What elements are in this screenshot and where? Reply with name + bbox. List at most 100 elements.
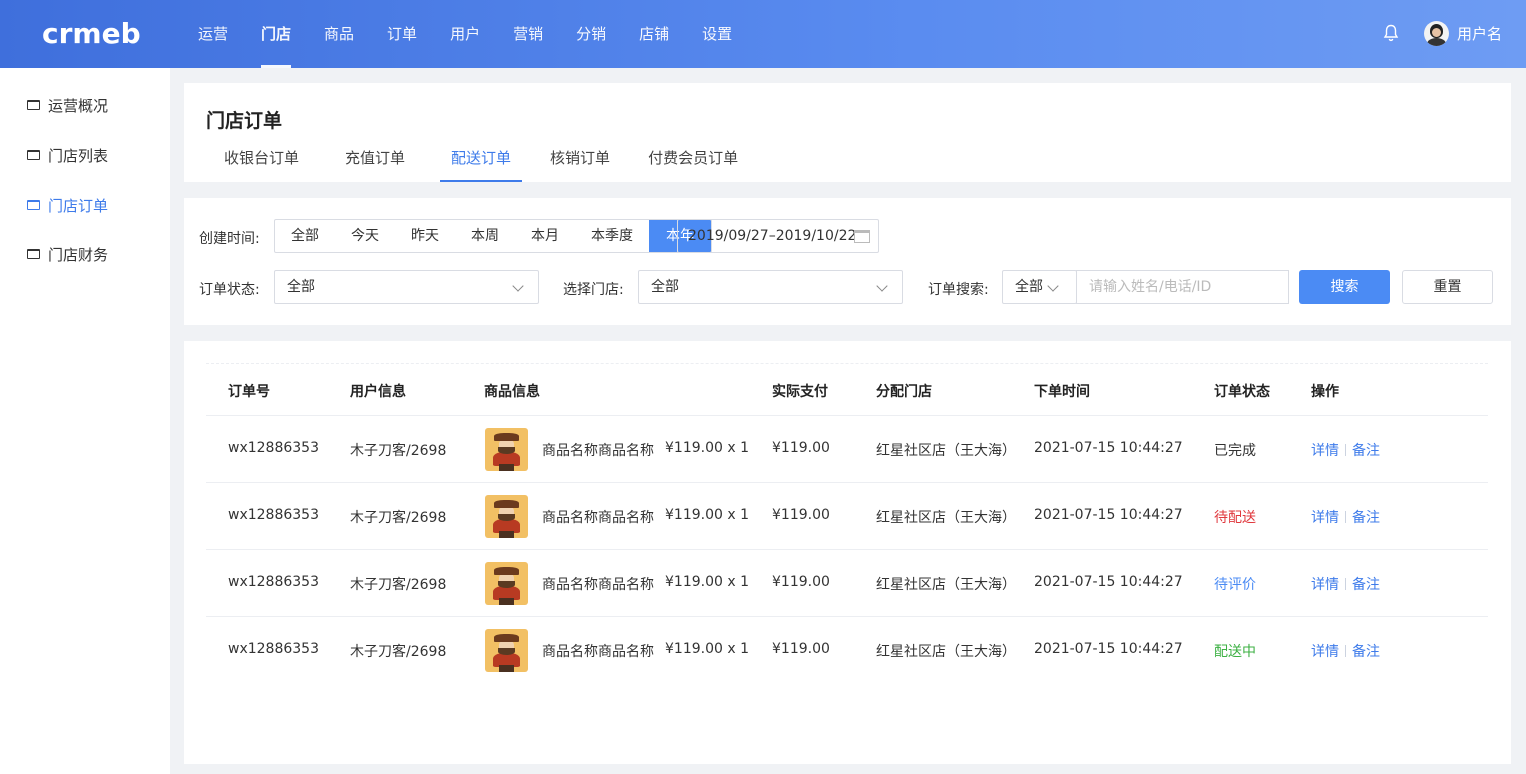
col-store: 分配门店	[876, 384, 932, 400]
order-time: 2021-07-15 10:44:27	[1034, 574, 1183, 590]
note-link[interactable]: 备注	[1352, 644, 1380, 660]
product-price-qty: ¥119.00 x 1	[665, 574, 749, 590]
search-input[interactable]: 请输入姓名/电话/ID	[1076, 270, 1289, 304]
detail-link[interactable]: 详情	[1311, 644, 1339, 660]
status-select[interactable]: 全部	[274, 270, 539, 304]
sidebar-item-store-orders[interactable]: 门店订单	[27, 195, 108, 215]
row-actions: 详情 备注	[1311, 440, 1380, 460]
product-name: 商品名称商品名称	[542, 443, 654, 459]
user-info: 木子刀客/2698	[350, 510, 447, 526]
nav-item-store[interactable]: 门店	[261, 0, 292, 68]
col-user-info: 用户信息	[350, 384, 406, 400]
row-actions: 详情 备注	[1311, 574, 1380, 594]
created-time-label: 创建时间:	[199, 231, 260, 247]
row-actions: 详情 备注	[1311, 507, 1380, 527]
product-thumbnail	[485, 629, 528, 672]
nav-item-shop[interactable]: 店铺	[639, 0, 669, 68]
note-link[interactable]: 备注	[1352, 510, 1380, 526]
sidebar-item-overview[interactable]: 运营概况	[27, 95, 108, 115]
nav-item-orders[interactable]: 订单	[387, 0, 417, 68]
nav-item-settings[interactable]: 设置	[702, 0, 732, 68]
time-option-today[interactable]: 今天	[335, 220, 395, 252]
search-type-select[interactable]: 全部	[1002, 270, 1077, 304]
table-row: wx12886353 木子刀客/2698 商品名称商品名称 ¥119.00 x …	[206, 617, 1488, 684]
logo-text: crmeb	[42, 16, 141, 50]
nav-item-distribution[interactable]: 分销	[576, 0, 606, 68]
time-option-month[interactable]: 本月	[515, 220, 575, 252]
detail-link[interactable]: 详情	[1311, 443, 1339, 459]
window-icon	[27, 100, 40, 110]
tab-verification-orders[interactable]: 核销订单	[550, 146, 610, 182]
tab-delivery-orders[interactable]: 配送订单	[440, 146, 523, 182]
reset-button[interactable]: 重置	[1402, 270, 1493, 304]
sidebar-item-label: 门店财务	[48, 245, 109, 264]
product-price-qty: ¥119.00 x 1	[665, 440, 749, 456]
paid-amount: ¥119.00	[772, 641, 830, 657]
time-option-quarter[interactable]: 本季度	[575, 220, 649, 252]
store-name: 红星社区店（王大海）	[876, 644, 1016, 660]
top-nav: 运营 门店 商品 订单 用户 营销 分销 店铺 设置	[198, 0, 765, 68]
date-range-value: 2019/09/27–2019/10/22	[688, 228, 857, 244]
product-price-qty: ¥119.00 x 1	[665, 507, 749, 523]
filter-panel: 创建时间: 全部 今天 昨天 本周 本月 本季度 本年 2019/09/27–2…	[184, 198, 1511, 325]
table-row: wx12886353 木子刀客/2698 商品名称商品名称 ¥119.00 x …	[206, 550, 1488, 617]
username: 用户名	[1457, 25, 1503, 43]
sidebar-item-store-list[interactable]: 门店列表	[27, 145, 108, 165]
paid-amount: ¥119.00	[772, 440, 830, 456]
divider	[1345, 511, 1346, 523]
product-thumbnail	[485, 428, 528, 471]
time-option-all[interactable]: 全部	[275, 220, 335, 252]
search-type-value: 全部	[1015, 279, 1043, 295]
product-thumbnail	[485, 562, 528, 605]
store-select-value: 全部	[651, 279, 679, 295]
search-button[interactable]: 搜索	[1299, 270, 1390, 304]
note-link[interactable]: 备注	[1352, 577, 1380, 593]
col-product-info: 商品信息	[484, 384, 540, 400]
search-label: 订单搜索:	[928, 282, 989, 298]
product-thumbnail	[485, 495, 528, 538]
nav-item-marketing[interactable]: 营销	[513, 0, 543, 68]
status-select-value: 全部	[287, 279, 315, 295]
tab-recharge-orders[interactable]: 充值订单	[345, 146, 405, 182]
detail-link[interactable]: 详情	[1311, 510, 1339, 526]
col-actions: 操作	[1311, 384, 1339, 400]
page-header-panel: 门店订单 收银台订单 充值订单 配送订单 核销订单 付费会员订单	[184, 83, 1511, 182]
detail-link[interactable]: 详情	[1311, 577, 1339, 593]
chevron-down-icon	[876, 280, 888, 292]
user-info: 木子刀客/2698	[350, 644, 447, 660]
col-status: 订单状态	[1214, 384, 1270, 400]
tab-cashier-orders[interactable]: 收银台订单	[224, 146, 299, 182]
sidebar: 运营概况 门店列表 门店订单 门店财务	[0, 68, 170, 774]
order-no: wx12886353	[228, 507, 319, 523]
order-time: 2021-07-15 10:44:27	[1034, 641, 1183, 657]
divider	[1345, 444, 1346, 456]
paid-amount: ¥119.00	[772, 507, 830, 523]
divider	[1345, 578, 1346, 590]
time-option-yesterday[interactable]: 昨天	[395, 220, 455, 252]
product-name: 商品名称商品名称	[542, 577, 654, 593]
sidebar-item-store-finance[interactable]: 门店财务	[27, 244, 108, 264]
tab-member-orders[interactable]: 付费会员订单	[648, 146, 738, 182]
table-row: wx12886353 木子刀客/2698 商品名称商品名称 ¥119.00 x …	[206, 416, 1488, 483]
sidebar-item-label: 运营概况	[48, 96, 109, 115]
status-badge: 待配送	[1214, 510, 1256, 526]
nav-item-users[interactable]: 用户	[450, 0, 480, 68]
order-no: wx12886353	[228, 440, 319, 456]
nav-item-products[interactable]: 商品	[324, 0, 354, 68]
window-icon	[27, 150, 40, 160]
order-table-panel: 订单号 用户信息 商品信息 实际支付 分配门店 下单时间 订单状态 操作 wx1…	[184, 341, 1511, 764]
logo[interactable]: crmeb	[42, 16, 141, 50]
avatar	[1424, 21, 1449, 46]
time-option-week[interactable]: 本周	[455, 220, 515, 252]
store-select[interactable]: 全部	[638, 270, 903, 304]
order-time: 2021-07-15 10:44:27	[1034, 440, 1183, 456]
bell-icon[interactable]	[1383, 24, 1399, 42]
nav-item-operations[interactable]: 运营	[198, 0, 228, 68]
product-name: 商品名称商品名称	[542, 510, 654, 526]
divider	[206, 363, 1488, 364]
status-label: 订单状态:	[199, 282, 260, 298]
date-range-picker[interactable]: 2019/09/27–2019/10/22	[677, 219, 879, 253]
note-link[interactable]: 备注	[1352, 443, 1380, 459]
product-name: 商品名称商品名称	[542, 644, 654, 660]
user-menu[interactable]: 用户名	[1424, 21, 1502, 46]
